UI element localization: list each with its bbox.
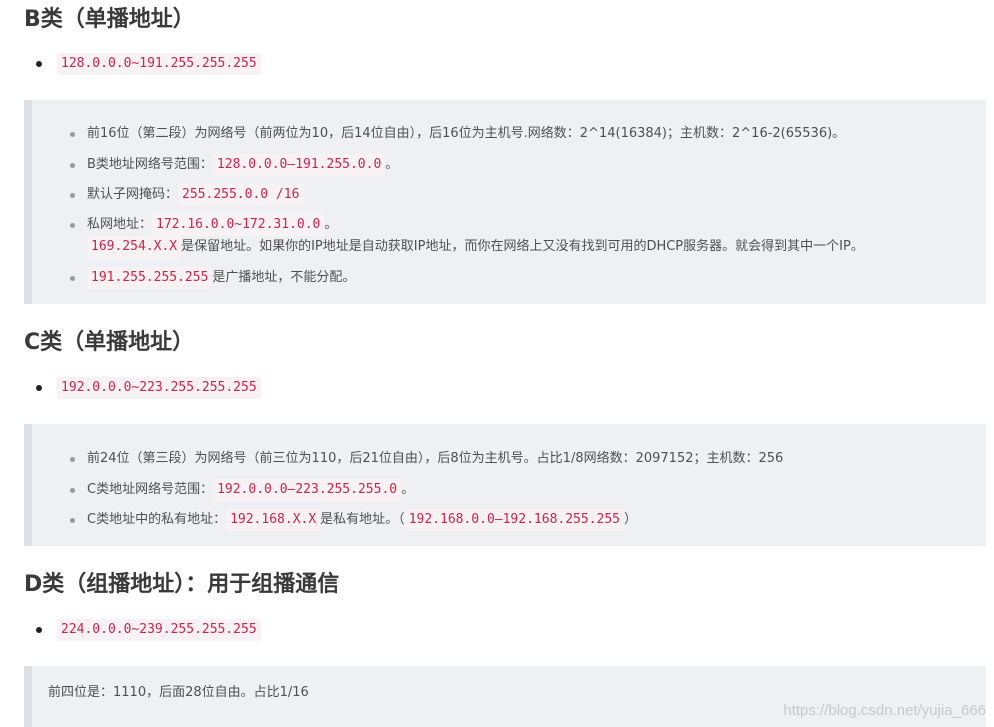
b-broadcast-code: 191.255.255.255 — [87, 267, 213, 289]
b-net-range-code: 128.0.0.0—191.255.0.0 — [212, 154, 386, 176]
b-reserved-text: 是保留地址。如果你的IP地址是自动获取IP地址，而你在网络上又没有找到可用的DH… — [181, 239, 864, 254]
b-mask-label: 默认子网掩码： — [87, 187, 179, 202]
bullet-icon — [36, 61, 42, 67]
c-quote-item-2: C类地址网络号范围： 192.0.0.0—223.255.255.0 。 — [70, 479, 414, 501]
bullet-icon — [36, 627, 42, 633]
c-quote-item-3: C类地址中的私有地址： 192.168.X.X 是私有地址。（ 192.168.… — [70, 509, 637, 531]
b-private-suffix: 。 — [324, 217, 338, 232]
bullet-icon — [36, 385, 42, 391]
list-item-c-range: 192.0.0.0~223.255.255.255 — [36, 376, 261, 400]
b-net-range-suffix: 。 — [385, 157, 399, 172]
b-quote-item-5: 191.255.255.255 是广播地址，不能分配。 — [70, 267, 355, 289]
c-private-mid: 是私有地址。（ — [320, 512, 405, 527]
bullet-icon — [70, 275, 75, 281]
b-net-range-label: B类地址网络号范围： — [87, 157, 213, 172]
b-broadcast-text: 是广播地址，不能分配。 — [212, 270, 356, 285]
bullet-icon — [70, 192, 75, 198]
b-private-code: 172.16.0.0~172.31.0.0 — [152, 214, 325, 236]
d-quote-text: 前四位是：1110，后面28位自由。占比1/16 — [48, 685, 309, 700]
c-private-range-code: 192.168.0.0—192.168.255.255 — [404, 509, 625, 531]
list-item-d-range: 224.0.0.0~239.255.255.255 — [36, 618, 261, 642]
b-quote-item-4-line2: 169.254.X.X 是保留地址。如果你的IP地址是自动获取IP地址，而你在网… — [87, 236, 864, 258]
d-range-code: 224.0.0.0~239.255.255.255 — [57, 619, 261, 641]
bullet-icon — [70, 456, 75, 462]
heading-d-class: D类（组播地址）：用于组播通信 — [24, 572, 340, 597]
b-range-code: 128.0.0.0~191.255.255.255 — [57, 53, 261, 75]
c-range-code: 192.0.0.0~223.255.255.255 — [57, 377, 261, 399]
blockquote-c: 前24位（第三段）为网络号（前三位为110，后21位自由），后8位为主机号。占比… — [24, 424, 986, 546]
b-quote-item-3: 默认子网掩码： 255.255.0.0 /16 — [70, 184, 304, 206]
b-network-bits-text: 前16位（第二段）为网络号（前两位为10，后14位自由），后16位为主机号.网络… — [87, 126, 846, 141]
bullet-icon — [70, 222, 75, 228]
heading-b-class: B类（单播地址） — [24, 7, 195, 32]
blockquote-b: 前16位（第二段）为网络号（前两位为10，后14位自由），后16位为主机号.网络… — [24, 100, 986, 304]
bullet-icon — [70, 131, 75, 137]
b-private-label: 私网地址： — [87, 217, 153, 232]
bullet-icon — [70, 487, 75, 493]
bullet-icon — [70, 517, 75, 523]
bullet-icon — [70, 162, 75, 168]
list-item-b-range: 128.0.0.0~191.255.255.255 — [36, 52, 261, 76]
c-private-code: 192.168.X.X — [226, 509, 321, 531]
c-net-range-suffix: 。 — [401, 482, 415, 497]
c-private-label: C类地址中的私有地址： — [87, 512, 227, 527]
b-quote-item-2: B类地址网络号范围： 128.0.0.0—191.255.0.0 。 — [70, 154, 398, 176]
b-mask-code: 255.255.0.0 /16 — [178, 184, 304, 206]
c-net-range-code: 192.0.0.0—223.255.255.0 — [213, 479, 402, 501]
b-quote-item-4: 私网地址： 172.16.0.0~172.31.0.0 。 — [70, 214, 337, 236]
article-page: B类（单播地址） 128.0.0.0~191.255.255.255 前16位（… — [0, 0, 994, 727]
b-quote-item-1: 前16位（第二段）为网络号（前两位为10，后14位自由），后16位为主机号.网络… — [70, 124, 845, 144]
b-reserved-code: 169.254.X.X — [87, 236, 182, 258]
c-private-suffix: ） — [624, 512, 638, 527]
watermark-url: https://blog.csdn.net/yujia_666 — [783, 702, 986, 719]
c-net-range-label: C类地址网络号范围： — [87, 482, 214, 497]
c-network-bits-text: 前24位（第三段）为网络号（前三位为110，后21位自由），后8位为主机号。占比… — [87, 451, 784, 466]
c-quote-item-1: 前24位（第三段）为网络号（前三位为110，后21位自由），后8位为主机号。占比… — [70, 449, 783, 469]
heading-c-class: C类（单播地址） — [24, 330, 195, 355]
